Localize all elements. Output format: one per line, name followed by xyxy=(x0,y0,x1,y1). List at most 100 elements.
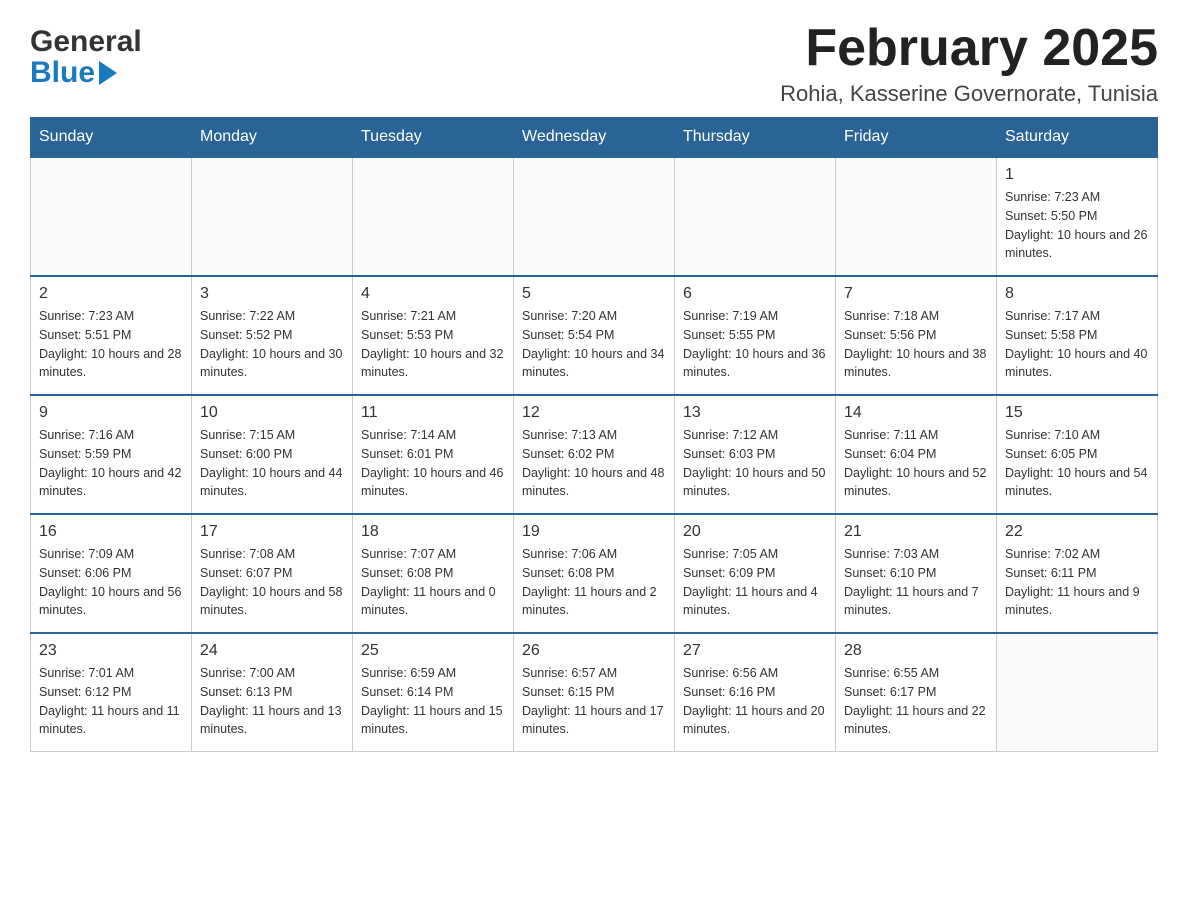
calendar-week-row: 2 Sunrise: 7:23 AMSunset: 5:51 PMDaylight… xyxy=(31,276,1158,395)
sunrise-text: Sunrise: 7:22 AM xyxy=(200,307,344,326)
day-number: 11 xyxy=(361,404,505,422)
day-of-week-header: Monday xyxy=(192,118,353,158)
day-number: 27 xyxy=(683,642,827,660)
day-info: Sunrise: 6:55 AMSunset: 6:17 PMDaylight:… xyxy=(844,664,988,739)
day-info: Sunrise: 7:11 AMSunset: 6:04 PMDaylight:… xyxy=(844,426,988,501)
calendar-day-cell: 11 Sunrise: 7:14 AMSunset: 6:01 PMDayligh… xyxy=(353,395,514,514)
day-of-week-header: Tuesday xyxy=(353,118,514,158)
daylight-text: Daylight: 10 hours and 56 minutes. xyxy=(39,583,183,621)
daylight-text: Daylight: 10 hours and 26 minutes. xyxy=(1005,226,1149,264)
daylight-text: Daylight: 11 hours and 9 minutes. xyxy=(1005,583,1149,621)
day-info: Sunrise: 7:18 AMSunset: 5:56 PMDaylight:… xyxy=(844,307,988,382)
day-number: 3 xyxy=(200,285,344,303)
sunrise-text: Sunrise: 7:12 AM xyxy=(683,426,827,445)
sunrise-text: Sunrise: 7:13 AM xyxy=(522,426,666,445)
daylight-text: Daylight: 11 hours and 13 minutes. xyxy=(200,702,344,740)
sunrise-text: Sunrise: 7:18 AM xyxy=(844,307,988,326)
logo: General Blue xyxy=(30,20,142,88)
daylight-text: Daylight: 11 hours and 22 minutes. xyxy=(844,702,988,740)
calendar-table: SundayMondayTuesdayWednesdayThursdayFrid… xyxy=(30,117,1158,752)
day-info: Sunrise: 7:13 AMSunset: 6:02 PMDaylight:… xyxy=(522,426,666,501)
daylight-text: Daylight: 10 hours and 54 minutes. xyxy=(1005,464,1149,502)
sunset-text: Sunset: 6:01 PM xyxy=(361,445,505,464)
day-number: 2 xyxy=(39,285,183,303)
calendar-day-cell xyxy=(675,157,836,276)
day-info: Sunrise: 7:06 AMSunset: 6:08 PMDaylight:… xyxy=(522,545,666,620)
daylight-text: Daylight: 10 hours and 34 minutes. xyxy=(522,345,666,383)
sunset-text: Sunset: 6:08 PM xyxy=(361,564,505,583)
daylight-text: Daylight: 11 hours and 15 minutes. xyxy=(361,702,505,740)
sunset-text: Sunset: 6:13 PM xyxy=(200,683,344,702)
calendar-header-row: SundayMondayTuesdayWednesdayThursdayFrid… xyxy=(31,118,1158,158)
calendar-day-cell: 15Sunrise: 7:10 AMSunset: 6:05 PMDayligh… xyxy=(997,395,1158,514)
daylight-text: Daylight: 10 hours and 36 minutes. xyxy=(683,345,827,383)
sunrise-text: Sunrise: 7:08 AM xyxy=(200,545,344,564)
day-info: Sunrise: 7:16 AMSunset: 5:59 PMDaylight:… xyxy=(39,426,183,501)
calendar-day-cell: 6Sunrise: 7:19 AMSunset: 5:55 PMDaylight… xyxy=(675,276,836,395)
day-number: 10 xyxy=(200,404,344,422)
day-info: Sunrise: 7:20 AMSunset: 5:54 PMDaylight:… xyxy=(522,307,666,382)
day-number: 9 xyxy=(39,404,183,422)
calendar-day-cell: 8 Sunrise: 7:17 AMSunset: 5:58 PMDaylight… xyxy=(997,276,1158,395)
daylight-text: Daylight: 10 hours and 32 minutes. xyxy=(361,345,505,383)
sunrise-text: Sunrise: 7:15 AM xyxy=(200,426,344,445)
day-info: Sunrise: 7:05 AMSunset: 6:09 PMDaylight:… xyxy=(683,545,827,620)
daylight-text: Daylight: 11 hours and 0 minutes. xyxy=(361,583,505,621)
logo-general-text: General xyxy=(30,25,142,58)
sunset-text: Sunset: 6:11 PM xyxy=(1005,564,1149,583)
sunset-text: Sunset: 5:51 PM xyxy=(39,326,183,345)
sunrise-text: Sunrise: 7:20 AM xyxy=(522,307,666,326)
day-info: Sunrise: 7:17 AMSunset: 5:58 PMDaylight:… xyxy=(1005,307,1149,382)
sunset-text: Sunset: 6:06 PM xyxy=(39,564,183,583)
daylight-text: Daylight: 10 hours and 40 minutes. xyxy=(1005,345,1149,383)
day-info: Sunrise: 7:21 AMSunset: 5:53 PMDaylight:… xyxy=(361,307,505,382)
sunset-text: Sunset: 5:59 PM xyxy=(39,445,183,464)
sunrise-text: Sunrise: 7:19 AM xyxy=(683,307,827,326)
day-info: Sunrise: 7:15 AMSunset: 6:00 PMDaylight:… xyxy=(200,426,344,501)
day-number: 8 xyxy=(1005,285,1149,303)
day-info: Sunrise: 7:12 AMSunset: 6:03 PMDaylight:… xyxy=(683,426,827,501)
day-number: 18 xyxy=(361,523,505,541)
day-info: Sunrise: 7:03 AMSunset: 6:10 PMDaylight:… xyxy=(844,545,988,620)
day-info: Sunrise: 7:09 AMSunset: 6:06 PMDaylight:… xyxy=(39,545,183,620)
sunrise-text: Sunrise: 6:57 AM xyxy=(522,664,666,683)
day-info: Sunrise: 7:23 AMSunset: 5:51 PMDaylight:… xyxy=(39,307,183,382)
sunset-text: Sunset: 6:14 PM xyxy=(361,683,505,702)
sunset-text: Sunset: 5:53 PM xyxy=(361,326,505,345)
day-number: 17 xyxy=(200,523,344,541)
sunrise-text: Sunrise: 7:09 AM xyxy=(39,545,183,564)
sunrise-text: Sunrise: 7:10 AM xyxy=(1005,426,1149,445)
day-info: Sunrise: 7:22 AMSunset: 5:52 PMDaylight:… xyxy=(200,307,344,382)
day-number: 20 xyxy=(683,523,827,541)
daylight-text: Daylight: 11 hours and 20 minutes. xyxy=(683,702,827,740)
calendar-day-cell: 20 Sunrise: 7:05 AMSunset: 6:09 PMDayligh… xyxy=(675,514,836,633)
calendar-day-cell: 25Sunrise: 6:59 AMSunset: 6:14 PMDayligh… xyxy=(353,633,514,752)
sunset-text: Sunset: 5:52 PM xyxy=(200,326,344,345)
sunset-text: Sunset: 6:17 PM xyxy=(844,683,988,702)
calendar-day-cell: 9 Sunrise: 7:16 AMSunset: 5:59 PMDaylight… xyxy=(31,395,192,514)
day-of-week-header: Friday xyxy=(836,118,997,158)
sunset-text: Sunset: 6:02 PM xyxy=(522,445,666,464)
daylight-text: Daylight: 10 hours and 28 minutes. xyxy=(39,345,183,383)
day-number: 24 xyxy=(200,642,344,660)
calendar-day-cell: 5Sunrise: 7:20 AMSunset: 5:54 PMDaylight… xyxy=(514,276,675,395)
day-number: 6 xyxy=(683,285,827,303)
calendar-day-cell: 16Sunrise: 7:09 AMSunset: 6:06 PMDayligh… xyxy=(31,514,192,633)
calendar-day-cell: 22Sunrise: 7:02 AMSunset: 6:11 PMDayligh… xyxy=(997,514,1158,633)
calendar-day-cell: 14Sunrise: 7:11 AMSunset: 6:04 PMDayligh… xyxy=(836,395,997,514)
calendar-day-cell: 19 Sunrise: 7:06 AMSunset: 6:08 PMDayligh… xyxy=(514,514,675,633)
day-number: 19 xyxy=(522,523,666,541)
calendar-day-cell xyxy=(31,157,192,276)
sunset-text: Sunset: 6:15 PM xyxy=(522,683,666,702)
sunset-text: Sunset: 6:07 PM xyxy=(200,564,344,583)
day-info: Sunrise: 7:14 AMSunset: 6:01 PMDaylight:… xyxy=(361,426,505,501)
daylight-text: Daylight: 10 hours and 38 minutes. xyxy=(844,345,988,383)
sunrise-text: Sunrise: 7:05 AM xyxy=(683,545,827,564)
daylight-text: Daylight: 10 hours and 48 minutes. xyxy=(522,464,666,502)
sunset-text: Sunset: 6:12 PM xyxy=(39,683,183,702)
sunrise-text: Sunrise: 6:56 AM xyxy=(683,664,827,683)
day-info: Sunrise: 7:10 AMSunset: 6:05 PMDaylight:… xyxy=(1005,426,1149,501)
day-number: 7 xyxy=(844,285,988,303)
calendar-day-cell: 21Sunrise: 7:03 AMSunset: 6:10 PMDayligh… xyxy=(836,514,997,633)
calendar-day-cell xyxy=(192,157,353,276)
